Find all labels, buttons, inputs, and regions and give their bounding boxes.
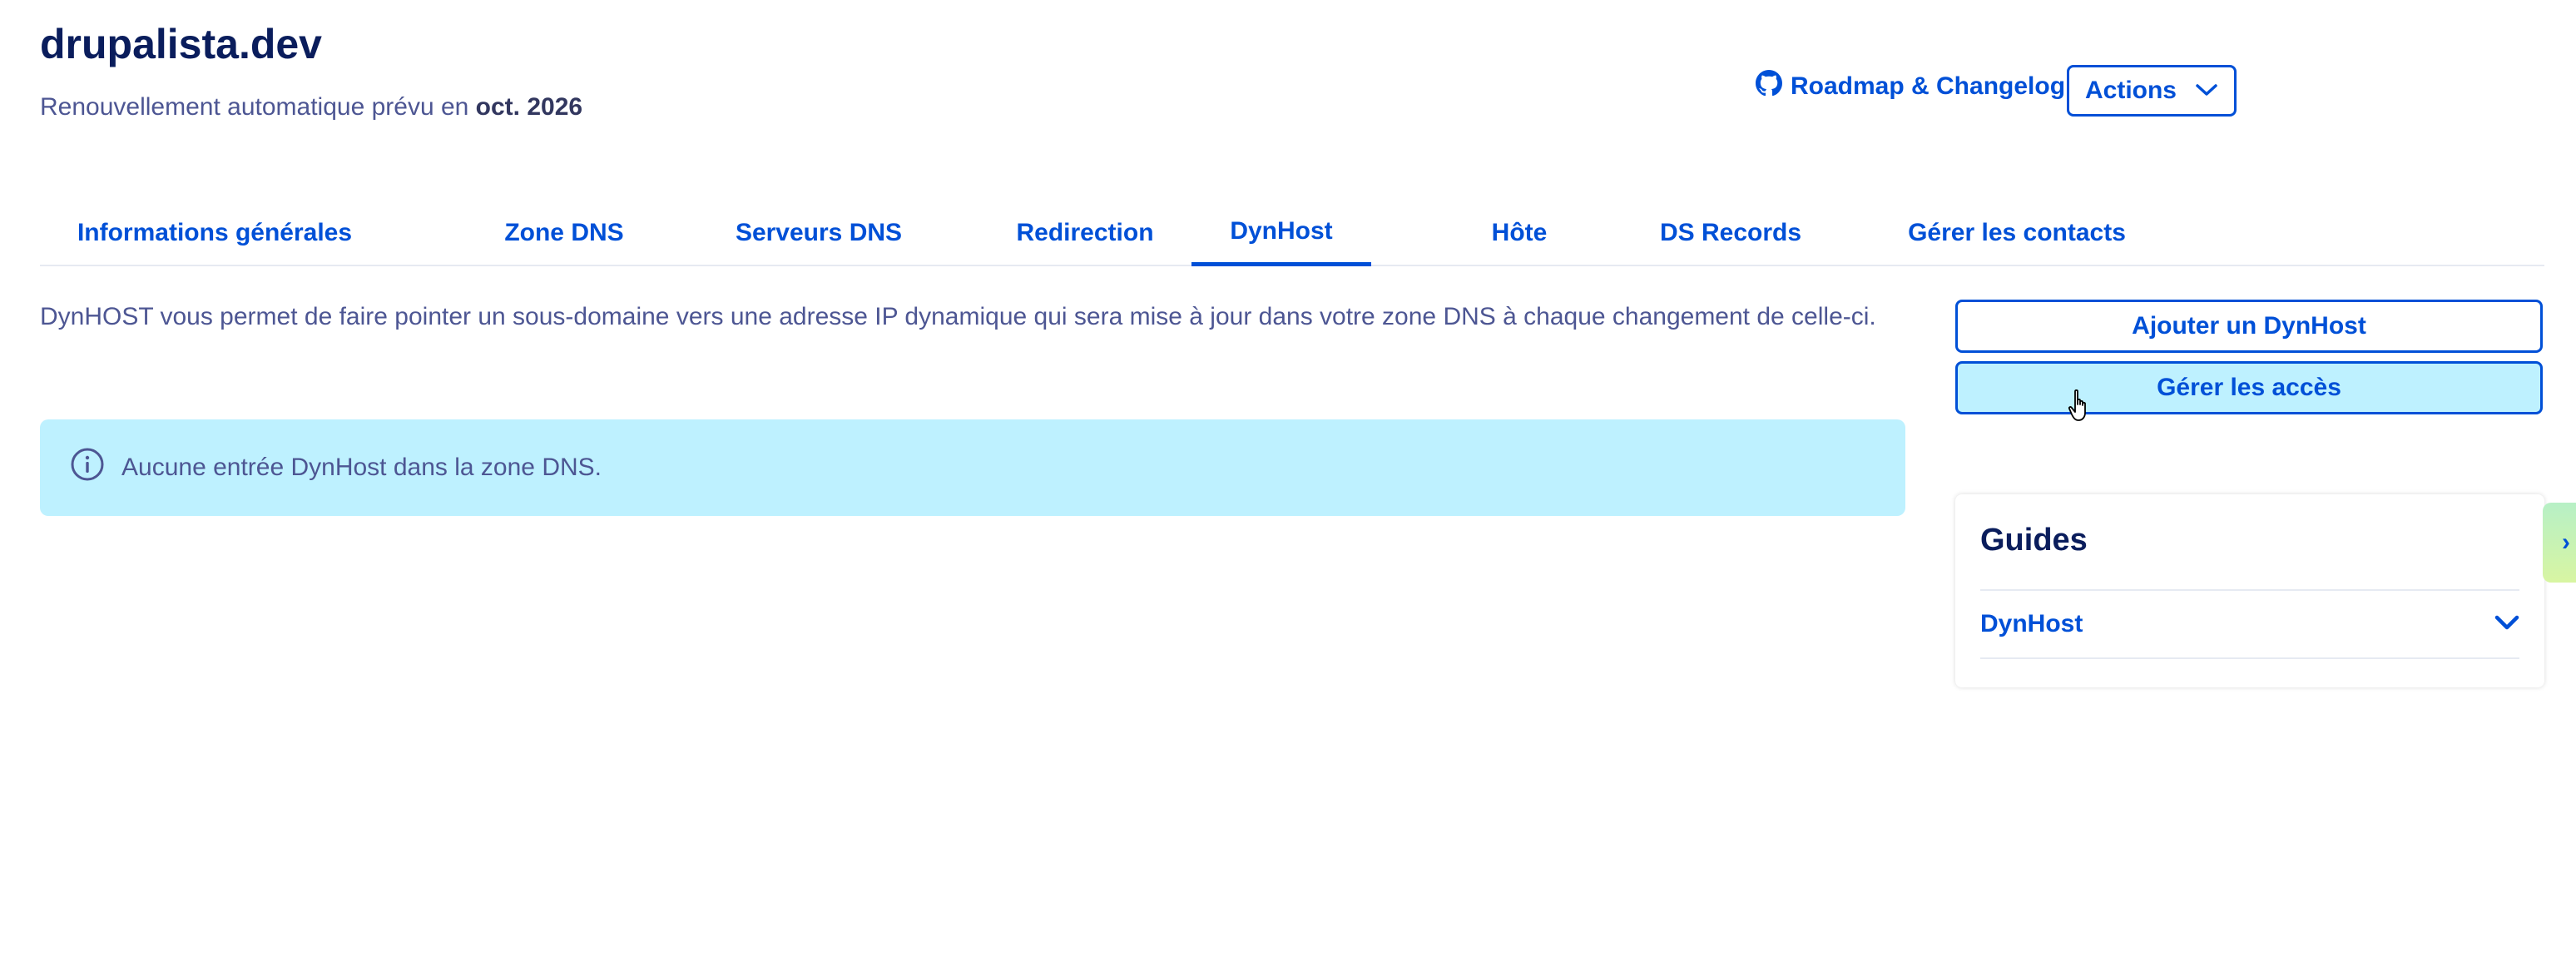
actions-label: Actions [2084, 77, 2177, 104]
tab-serveurs-dns[interactable]: Serveurs DNS [694, 200, 944, 266]
hand-pointer-icon [2068, 389, 2086, 421]
side-tab-glyph: › [2562, 528, 2570, 556]
guides-divider [1980, 657, 2519, 659]
tab-zone-dns[interactable]: Zone DNS [451, 200, 677, 266]
guides-item-label: DynHost [1980, 610, 2083, 637]
side-feedback-tab[interactable]: › [2543, 503, 2576, 583]
info-icon [70, 447, 105, 488]
guides-item-dynhost[interactable]: DynHost [1980, 591, 2519, 657]
renewal-date: oct. 2026 [475, 93, 583, 121]
tab-informations-generales[interactable]: Informations générales [40, 200, 389, 266]
tab-redirection[interactable]: Redirection [959, 200, 1211, 266]
tab-gerer-contacts[interactable]: Gérer les contacts [1867, 200, 2167, 266]
tab-dynhost[interactable]: DynHost [1191, 200, 1371, 266]
info-alert: Aucune entrée DynHost dans la zone DNS. [40, 419, 1905, 516]
renewal-prefix: Renouvellement automatique prévu en [40, 93, 476, 121]
guides-title: Guides [1980, 523, 2088, 558]
domain-tabs: Informations générales Zone DNS Serveurs… [40, 200, 2544, 266]
tab-ds-records[interactable]: DS Records [1621, 200, 1840, 266]
roadmap-label: Roadmap & Changelog [1791, 72, 2066, 100]
manage-access-button[interactable]: Gérer les accès [1955, 361, 2543, 414]
renewal-info: Renouvellement automatique prévu en oct.… [40, 93, 582, 122]
chevron-down-icon [2494, 610, 2519, 638]
chevron-down-icon [2195, 77, 2218, 105]
guides-panel: Guides DynHost [1955, 494, 2544, 687]
dynhost-description: DynHOST vous permet de faire pointer un … [40, 303, 1876, 330]
actions-button[interactable]: Actions [2067, 65, 2237, 117]
alert-text: Aucune entrée DynHost dans la zone DNS. [121, 454, 602, 481]
tab-hote[interactable]: Hôte [1446, 200, 1593, 266]
github-icon [1756, 70, 1782, 103]
domain-title: drupalista.dev [40, 21, 322, 67]
add-dynhost-button[interactable]: Ajouter un DynHost [1955, 300, 2543, 353]
roadmap-link[interactable]: Roadmap & Changelog [1756, 70, 2065, 103]
